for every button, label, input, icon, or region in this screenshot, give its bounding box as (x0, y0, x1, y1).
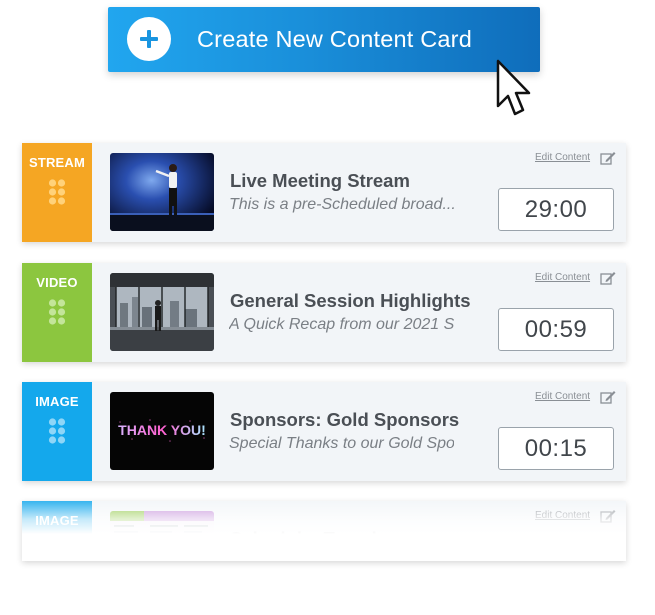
plus-icon (127, 17, 171, 61)
card-type-tag: VIDEO (22, 263, 92, 362)
edit-content-link[interactable]: Edit Content (535, 152, 590, 163)
edit-content-link[interactable]: Edit Content (535, 272, 590, 283)
card-type-label: IMAGE (35, 394, 79, 409)
card-subtitle: A Quick Recap from our 2021 S... (229, 316, 454, 333)
edit-icon[interactable] (600, 509, 616, 523)
card-subtitle: Special Thanks to our Gold Spo... (229, 435, 454, 452)
speaker-city-window-thumbnail (110, 273, 214, 351)
card-type-tag: IMAGE (22, 501, 92, 561)
content-card[interactable]: STREAM Live Meeting Stream This is a pre… (22, 143, 626, 242)
drag-handle-icon[interactable] (48, 418, 66, 444)
card-type-label: IMAGE (35, 513, 79, 528)
drag-handle-icon[interactable] (48, 299, 66, 325)
create-content-card-button[interactable]: Create New Content Card (108, 7, 540, 72)
edit-icon[interactable] (600, 151, 616, 165)
edit-content-link[interactable]: Edit Content (535, 510, 590, 521)
duration-field[interactable] (498, 546, 614, 561)
card-subtitle: This is a pre-Scheduled broad... (229, 196, 454, 213)
card-type-label: VIDEO (36, 275, 78, 290)
edit-content-link[interactable]: Edit Content (535, 391, 590, 402)
drag-handle-icon[interactable] (48, 179, 66, 205)
card-type-tag: STREAM (22, 143, 92, 242)
schedule-graphic-thumbnail (110, 511, 214, 561)
content-card[interactable]: IMAGE Schedule: Tuesday Edit Content (22, 501, 626, 561)
duration-field[interactable]: 29:00 (498, 188, 614, 231)
create-button-label: Create New Content Card (197, 26, 472, 52)
thumbnail-text: THANK YOU! (118, 422, 206, 438)
presenter-on-stage-thumbnail (110, 153, 214, 231)
card-title: Schedule: Tuesday (230, 528, 398, 549)
thank-you-graphic-thumbnail: THANK YOU! (110, 392, 214, 470)
card-title: Live Meeting Stream (230, 170, 410, 191)
duration-field[interactable]: 00:15 (498, 427, 614, 470)
card-title: General Session Highlights (230, 290, 471, 311)
card-type-label: STREAM (28, 155, 86, 170)
content-card[interactable]: VIDEO General Session Highlights A Quick… (22, 263, 626, 362)
content-card[interactable]: IMAGE THANK YOU! Sponsors: Gold Sponsors… (22, 382, 626, 481)
card-type-tag: IMAGE (22, 382, 92, 481)
mouse-cursor-icon (496, 59, 531, 116)
edit-icon[interactable] (600, 271, 616, 285)
duration-field[interactable]: 00:59 (498, 308, 614, 351)
edit-icon[interactable] (600, 390, 616, 404)
drag-handle-icon[interactable] (48, 537, 66, 561)
card-title: Sponsors: Gold Sponsors (230, 409, 460, 430)
